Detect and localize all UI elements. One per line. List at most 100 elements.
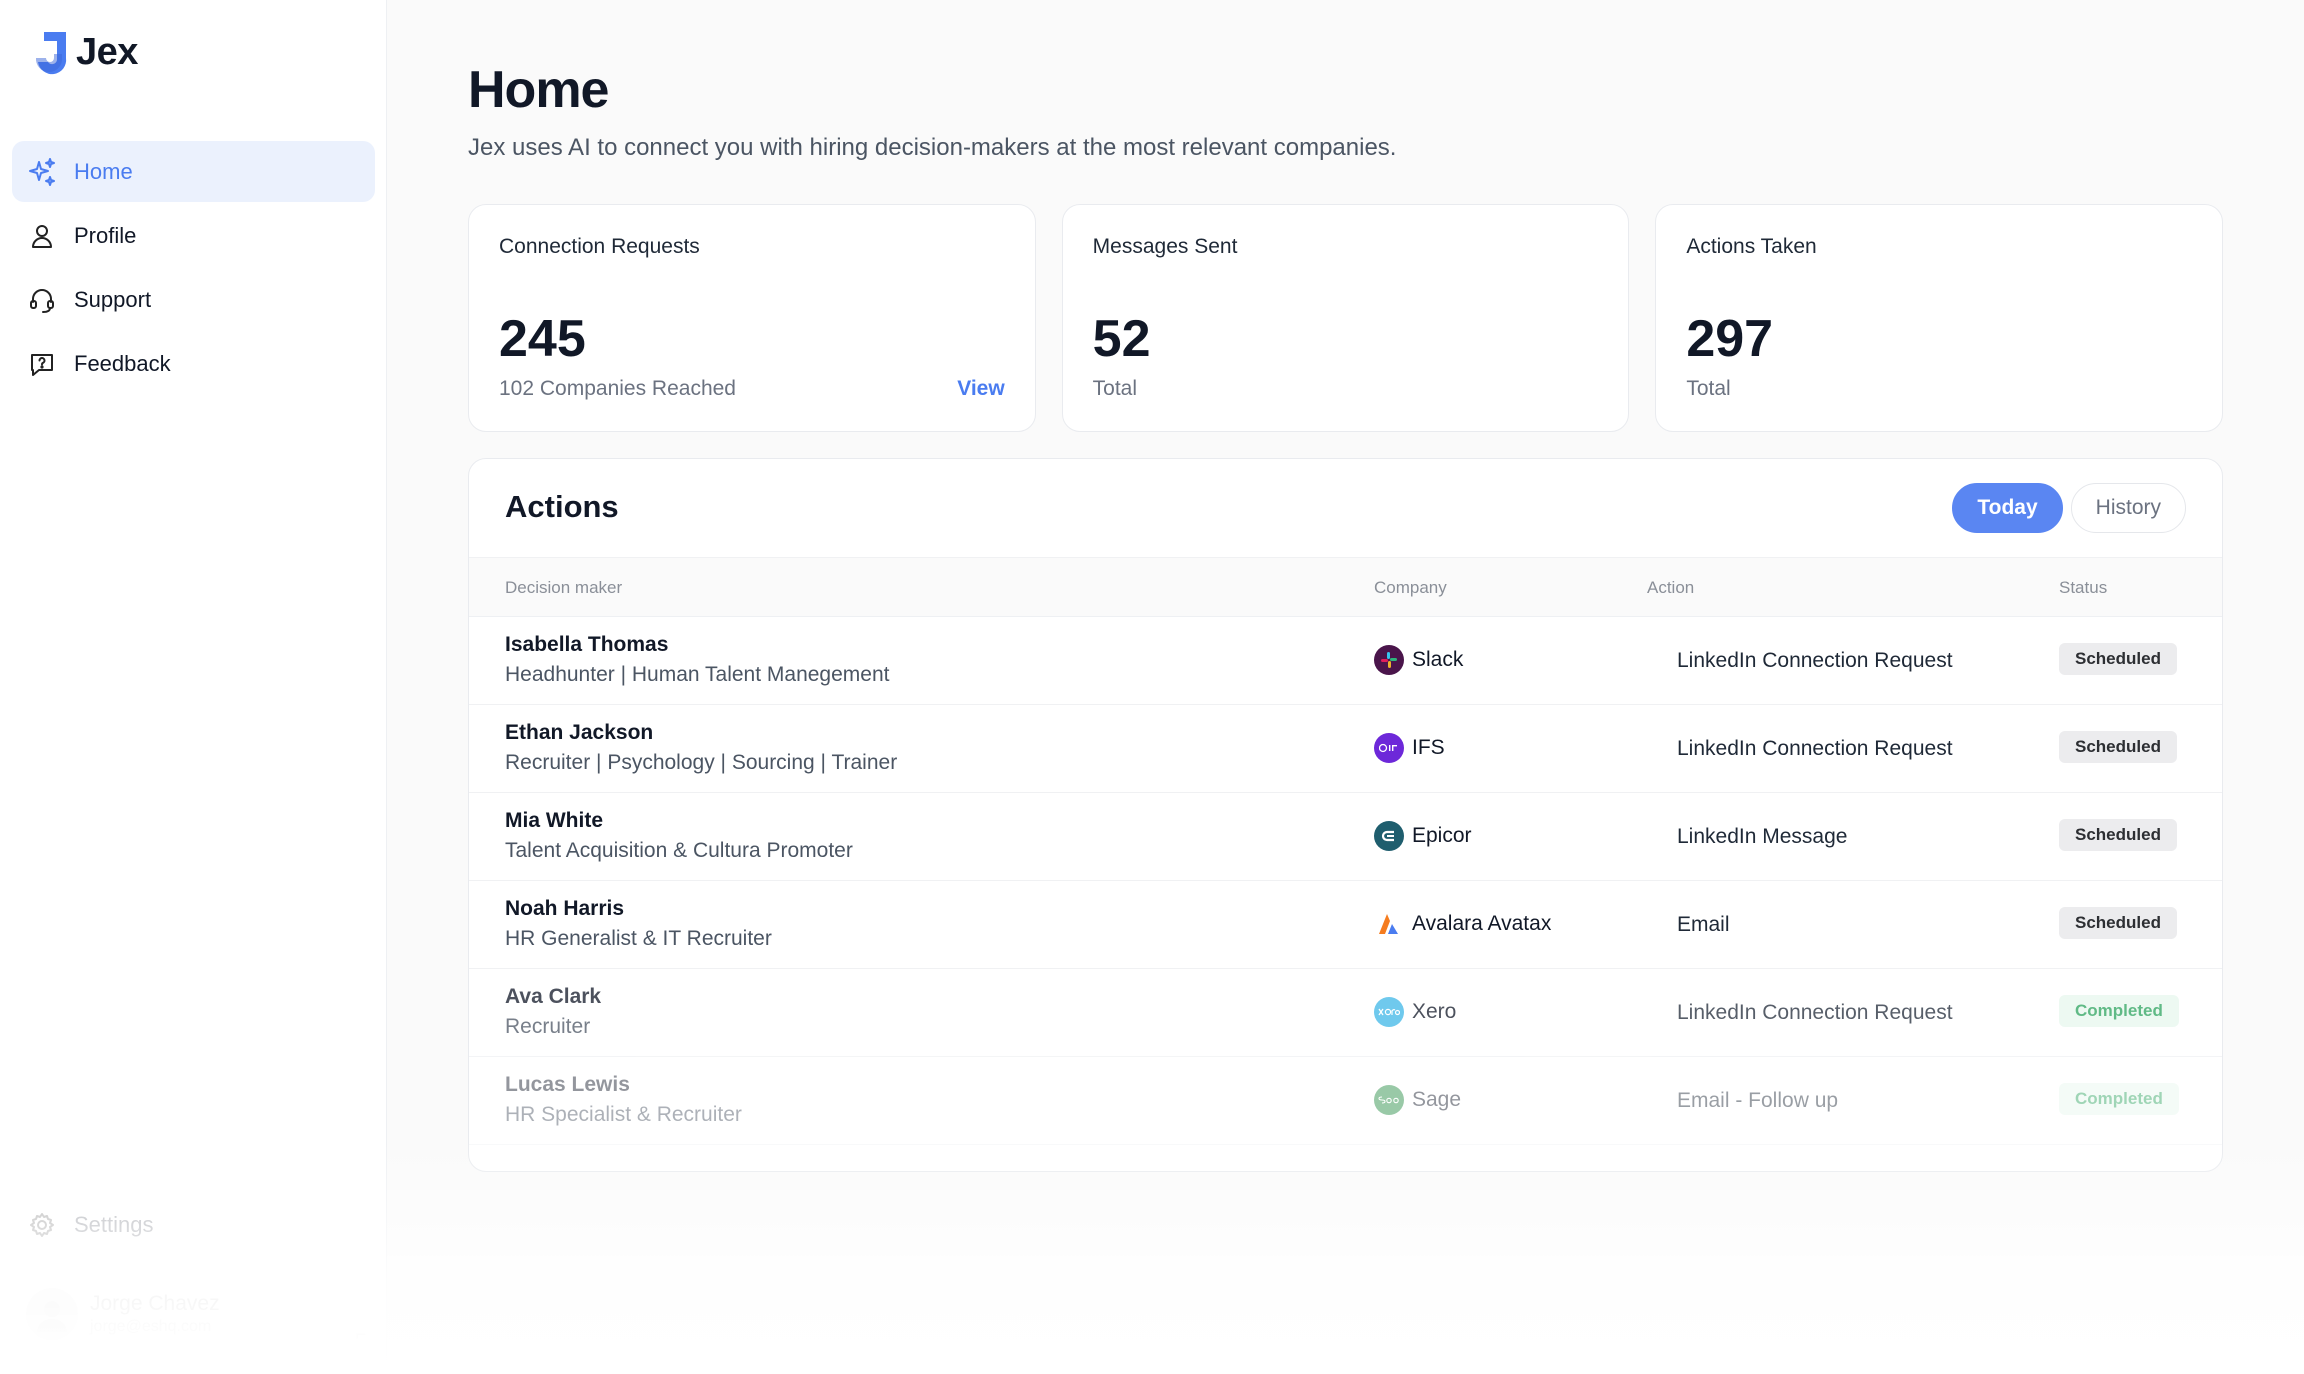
status-badge: Completed [2059,1083,2179,1115]
decision-maker-title: HR Generalist & IT Recruiter [505,927,772,950]
status-badge: Scheduled [2059,819,2177,851]
status-cell: Scheduled [2059,819,2177,851]
actions-title: Actions [505,489,619,524]
decision-maker-title: Recruiter [505,1015,591,1038]
app-name: Jex [76,30,138,73]
decision-maker-cell: Isabella Thomas Headhunter | Human Talen… [505,633,889,687]
sage-logo-icon [1374,1085,1404,1115]
sidebar-item-home[interactable]: Home [12,141,375,202]
company-name: Epicor [1412,824,1472,847]
view-link[interactable]: View [957,377,1004,401]
actions-tab-toggle: Today History [1952,483,2186,533]
tab-history[interactable]: History [2070,483,2186,533]
decision-maker-title: Talent Acquisition & Cultura Promoter [505,839,853,862]
sidebar-bottom: Settings [12,1194,375,1258]
jex-logo-icon [35,32,67,75]
sidebar-item-support[interactable]: Support [12,269,375,330]
stat-value: 52 [1092,310,1151,368]
stat-value: 297 [1686,310,1774,368]
message-question-icon [26,348,58,380]
user-icon [26,220,58,252]
table-row[interactable]: Noah Harris HR Generalist & IT Recruiter… [469,881,2222,969]
company-name: IFS [1412,736,1445,759]
column-header-status[interactable]: Status [2059,578,2107,598]
stat-card-connection-requests: Connection Requests 245 102 Companies Re… [468,204,1036,432]
status-cell: Scheduled [2059,643,2177,675]
decision-maker-cell: Ava Clark Recruiter [505,985,601,1039]
status-badge: Scheduled [2059,643,2177,675]
decision-maker-name: Ethan Jackson [505,721,654,744]
stat-subtext: Total [1686,377,1731,400]
table-row[interactable]: Lucas Lewis HR Specialist & Recruiter Sa… [469,1057,2222,1145]
table-row[interactable]: Mia White Talent Acquisition & Cultura P… [469,793,2222,881]
decision-maker-cell: Noah Harris HR Generalist & IT Recruiter [505,897,772,951]
action-cell: LinkedIn Message [1677,825,1848,848]
actions-panel: Actions Today History Decision maker Com… [468,458,2223,1172]
decision-maker-title: HR Specialist & Recruiter [505,1103,742,1126]
settings-label: Settings [74,1211,154,1237]
sidebar-nav: Home Profile Support Feedback [12,141,375,397]
action-cell: LinkedIn Connection Request [1677,737,1953,760]
company-cell: Sage [1374,1085,1461,1115]
action-cell: Email [1677,913,1730,936]
decision-maker-name: Mia White [505,809,603,832]
sidebar-item-label: Feedback [74,350,171,376]
sidebar-item-settings[interactable]: Settings [12,1194,375,1255]
chevron-icon: ⌐ [355,1323,366,1344]
action-cell: LinkedIn Connection Request [1677,1001,1953,1024]
table-body: Isabella Thomas Headhunter | Human Talen… [469,617,2222,1145]
stat-title: Messages Sent [1092,235,1238,258]
company-cell: Epicor [1374,821,1472,851]
decision-maker-cell: Mia White Talent Acquisition & Cultura P… [505,809,853,863]
status-badge: Scheduled [2059,731,2177,763]
stat-title: Actions Taken [1686,235,1817,258]
gear-icon [26,1209,58,1241]
slack-logo-icon [1374,645,1404,675]
column-header-decision-maker[interactable]: Decision maker [505,578,622,598]
sidebar-item-feedback[interactable]: Feedback [12,333,375,394]
avatar [26,1288,78,1340]
status-cell: Completed [2059,995,2179,1027]
column-header-action[interactable]: Action [1647,578,1694,598]
table-row[interactable]: Ethan Jackson Recruiter | Psychology | S… [469,705,2222,793]
company-cell: Xero [1374,997,1456,1027]
status-cell: Scheduled [2059,731,2177,763]
status-badge: Completed [2059,995,2179,1027]
company-cell: Slack [1374,645,1463,675]
user-account[interactable]: Jorge Chavez jorge@eshq.com ⌐ [26,1284,366,1344]
user-name: Jorge Chavez [90,1292,220,1315]
sidebar-item-label: Support [74,286,152,312]
action-cell: Email - Follow up [1677,1089,1839,1112]
column-header-company[interactable]: Company [1374,578,1447,598]
stat-card-actions-taken: Actions Taken 297 Total [1655,204,2224,432]
stat-subtext: Total [1092,377,1138,400]
decision-maker-title: Headhunter | Human Talent Manegement [505,663,890,686]
avalara-logo-icon [1374,909,1404,939]
ifs-logo-icon [1374,733,1404,763]
user-email: jorge@eshq.com [90,1318,212,1335]
page-subtitle: Jex uses AI to connect you with hiring d… [468,134,1397,161]
status-cell: Completed [2059,1083,2179,1115]
company-name: Avalara Avatax [1412,912,1552,935]
stat-value: 245 [499,310,586,368]
table-row[interactable]: Ava Clark Recruiter Xero LinkedIn Connec… [469,969,2222,1057]
company-cell: IFS [1374,733,1445,763]
company-name: Slack [1412,648,1464,671]
tab-today[interactable]: Today [1952,483,2063,533]
decision-maker-name: Ava Clark [505,985,602,1008]
app-logo[interactable]: Jex [30,28,138,76]
page-title: Home [468,61,609,119]
stats-cards: Connection Requests 245 102 Companies Re… [468,204,2224,432]
company-name: Xero [1412,1000,1457,1023]
company-cell: Avalara Avatax [1374,909,1551,939]
epicor-logo-icon [1374,821,1404,851]
decision-maker-name: Lucas Lewis [505,1073,630,1096]
stat-card-messages-sent: Messages Sent 52 Total [1061,204,1630,432]
table-header: Decision maker Company Action Status [469,557,2222,617]
sidebar-item-profile[interactable]: Profile [12,205,375,266]
decision-maker-cell: Ethan Jackson Recruiter | Psychology | S… [505,721,897,775]
xero-logo-icon [1374,997,1404,1027]
table-row[interactable]: Isabella Thomas Headhunter | Human Talen… [469,617,2222,705]
decision-maker-name: Noah Harris [505,897,625,920]
stat-subtext: 102 Companies Reached [499,377,736,400]
